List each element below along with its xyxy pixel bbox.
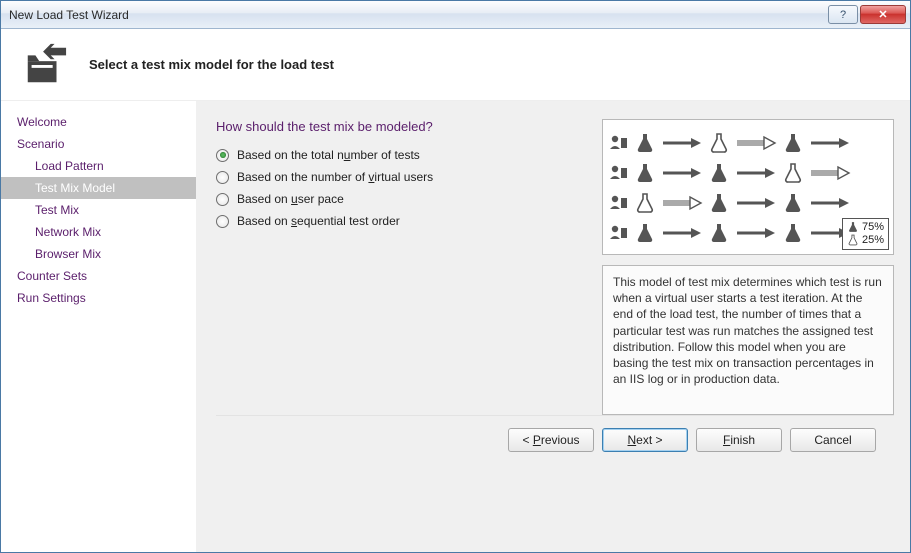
flask-icon [847,221,859,233]
question-label: How should the test mix be modeled? [216,119,594,134]
arrow-outline-icon [661,192,703,214]
flask-icon [634,222,656,244]
description-text: This model of test mix determines which … [602,265,894,415]
flask-icon [782,132,804,154]
content-top: How should the test mix be modeled? Base… [216,119,894,415]
radio-icon [216,215,229,228]
wizard-icon [19,39,71,91]
arrow-icon [809,192,851,214]
sidebar-item-welcome[interactable]: Welcome [1,111,196,133]
sidebar-item-scenario[interactable]: Scenario [1,133,196,155]
flask-outline-icon [847,234,859,246]
sidebar-item-counter-sets[interactable]: Counter Sets [1,265,196,287]
arrow-icon [661,162,703,184]
flask-icon [708,162,730,184]
arrow-icon [661,132,703,154]
user-icon [609,194,629,212]
flask-outline-icon [708,132,730,154]
wizard-body: Welcome Scenario Load Pattern Test Mix M… [1,101,910,552]
user-icon [609,134,629,152]
arrow-icon [735,222,777,244]
option-virtual-users[interactable]: Based on the number of virtual users [216,170,594,184]
option-user-pace[interactable]: Based on user pace [216,192,594,206]
sidebar-item-test-mix-model[interactable]: Test Mix Model [1,177,196,199]
page-title: Select a test mix model for the load tes… [89,57,334,72]
close-icon: ✕ [878,8,887,21]
arrow-icon [735,162,777,184]
next-button[interactable]: Next > [602,428,688,452]
option-label: Based on the number of virtual users [237,170,433,184]
cancel-button[interactable]: Cancel [790,428,876,452]
flask-outline-icon [782,162,804,184]
sidebar-item-browser-mix[interactable]: Browser Mix [1,243,196,265]
option-label: Based on the total number of tests [237,148,420,162]
user-icon [609,164,629,182]
arrow-icon [809,132,851,154]
flask-icon [634,162,656,184]
sidebar-item-load-pattern[interactable]: Load Pattern [1,155,196,177]
user-icon [609,224,629,242]
flask-icon [782,192,804,214]
arrow-outline-icon [735,132,777,154]
percent-legend: 75% 25% [842,218,889,250]
radio-icon [216,171,229,184]
finish-button[interactable]: Finish [696,428,782,452]
wizard-window: New Load Test Wizard ? ✕ Select a test m… [0,0,911,553]
radio-icon [216,193,229,206]
option-label: Based on user pace [237,192,344,206]
flask-outline-icon [634,192,656,214]
arrow-outline-icon [809,162,851,184]
wizard-footer: < Previous Next > Finish Cancel [216,415,894,463]
window-title: New Load Test Wizard [9,8,826,22]
help-icon: ? [840,9,846,21]
wizard-sidebar: Welcome Scenario Load Pattern Test Mix M… [1,101,196,552]
titlebar: New Load Test Wizard ? ✕ [1,1,910,29]
illustration-column: 75% 25% This model of test mix determine… [602,119,894,415]
sidebar-item-test-mix[interactable]: Test Mix [1,199,196,221]
radio-icon [216,149,229,162]
flask-icon [782,222,804,244]
option-label: Based on sequential test order [237,214,400,228]
options-column: How should the test mix be modeled? Base… [216,119,594,415]
test-mix-illustration: 75% 25% [602,119,894,255]
close-button[interactable]: ✕ [860,5,906,24]
option-total-tests[interactable]: Based on the total number of tests [216,148,594,162]
flask-icon [708,192,730,214]
sidebar-item-run-settings[interactable]: Run Settings [1,287,196,309]
help-button[interactable]: ? [828,5,858,24]
option-sequential[interactable]: Based on sequential test order [216,214,594,228]
flask-icon [634,132,656,154]
flask-icon [708,222,730,244]
wizard-content: How should the test mix be modeled? Base… [196,101,910,552]
previous-button[interactable]: < Previous [508,428,594,452]
sidebar-item-network-mix[interactable]: Network Mix [1,221,196,243]
wizard-header: Select a test mix model for the load tes… [1,29,910,101]
arrow-icon [661,222,703,244]
arrow-icon [735,192,777,214]
